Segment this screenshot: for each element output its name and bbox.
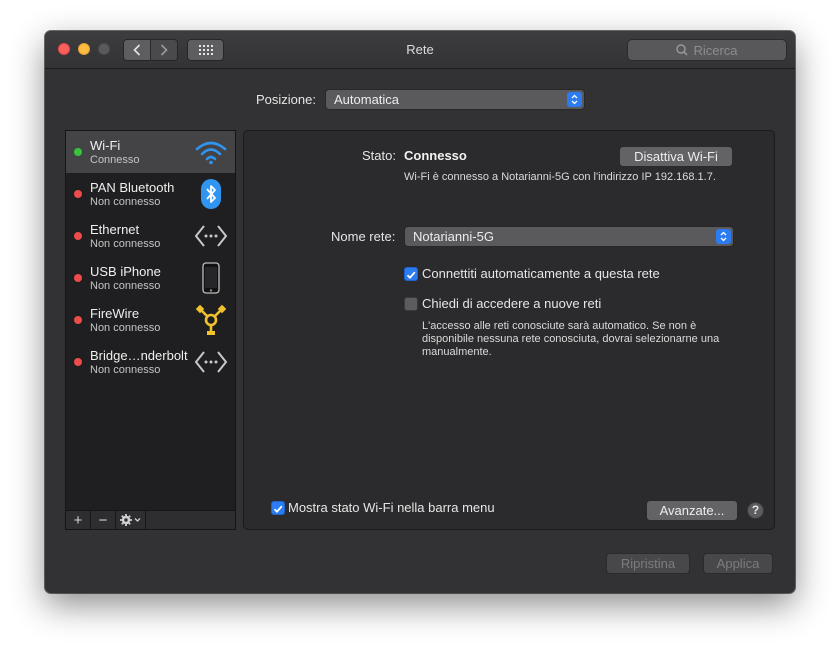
show-menu-status-checkbox[interactable] [271,501,285,515]
service-item-firewire[interactable]: FireWire Non connesso [66,299,235,341]
bluetooth-icon [194,178,228,210]
service-name: Wi-Fi [90,138,121,153]
search-icon [676,44,688,56]
status-description: Wi-Fi è connesso a Notarianni-5G con l'i… [404,171,716,183]
status-dot [74,274,82,282]
status-dot [74,316,82,324]
remove-service-button[interactable]: − [91,511,116,529]
location-label: Posizione: [256,92,316,107]
wifi-icon [194,136,228,168]
service-status: Connesso [90,154,140,166]
popup-arrows-icon [567,92,582,107]
checkmark-icon [273,505,283,514]
ethernet-icon [194,220,228,252]
location-value: Automatica [334,92,400,107]
service-status: Non connesso [90,196,161,208]
network-name-label: Nome rete: [331,229,396,244]
status-label: Stato: [362,148,396,163]
ask-join-description-line-1: L'accesso alle reti conosciute sarà auto… [422,320,697,332]
service-name: Bridge…nderbolt [90,348,188,363]
service-status: Non connesso [90,280,161,292]
service-name: USB iPhone [90,264,161,279]
status-dot [74,358,82,366]
service-status: Non connesso [90,238,161,250]
network-name-popup[interactable]: Notarianni-5G [404,226,734,247]
service-item-thunderbolt-bridge[interactable]: Bridge…nderbolt Non connesso [66,341,235,383]
advanced-button[interactable]: Avanzate... [646,500,738,521]
status-value: Connesso [404,148,467,163]
service-item-usb-iphone[interactable]: USB iPhone Non connesso [66,257,235,299]
network-preferences-window: Rete Ricerca Posizione: Automatica Wi-Fi… [45,31,795,593]
service-name: Ethernet [90,222,140,237]
gear-icon [119,514,140,526]
service-status: Non connesso [90,364,161,376]
add-service-button[interactable]: + [66,511,91,529]
search-field[interactable]: Ricerca [627,39,787,61]
popup-arrows-icon [716,229,731,244]
help-button[interactable]: ? [747,502,764,519]
service-item-bluetooth[interactable]: PAN Bluetooth Non connesso [66,173,235,215]
auto-join-checkbox[interactable] [404,267,418,281]
turn-wifi-off-button[interactable]: Disattiva Wi-Fi [619,146,733,167]
service-status: Non connesso [90,322,161,334]
search-placeholder: Ricerca [693,42,738,58]
chevron-down-icon [134,518,140,522]
service-item-ethernet[interactable]: Ethernet Non connesso [66,215,235,257]
title-bar: Rete Ricerca [45,31,795,69]
status-dot [74,190,82,198]
status-dot [74,148,82,156]
thunderbolt-bridge-icon [194,346,228,378]
service-list-toolbar: + − [65,510,236,530]
service-name: FireWire [90,306,140,321]
service-actions-button[interactable] [116,511,146,529]
ask-join-label: Chiedi di accedere a nuove reti [422,296,602,311]
ask-join-checkbox[interactable] [404,297,418,311]
auto-join-label: Connettiti automaticamente a questa rete [422,266,660,281]
ask-join-description-line-2: disponibile nessuna rete conosciuta, dov… [422,333,720,345]
iphone-icon [194,262,228,294]
location-popup[interactable]: Automatica [325,89,585,110]
firewire-icon [194,304,228,336]
network-name-value: Notarianni-5G [413,229,494,244]
service-name: PAN Bluetooth [90,180,175,195]
service-item-wifi[interactable]: Wi-Fi Connesso [66,131,235,173]
service-list: Wi-Fi Connesso PAN Bluetooth Non conness… [65,130,236,530]
ask-join-description-line-3: manualmente. [422,346,492,358]
status-dot [74,232,82,240]
checkmark-icon [406,271,416,280]
show-menu-status-label: Mostra stato Wi-Fi nella barra menu [288,500,495,515]
wifi-detail-panel: Stato: Connesso Disattiva Wi-Fi Wi-Fi è … [243,130,775,530]
apply-button[interactable]: Applica [703,553,773,574]
revert-button[interactable]: Ripristina [606,553,690,574]
